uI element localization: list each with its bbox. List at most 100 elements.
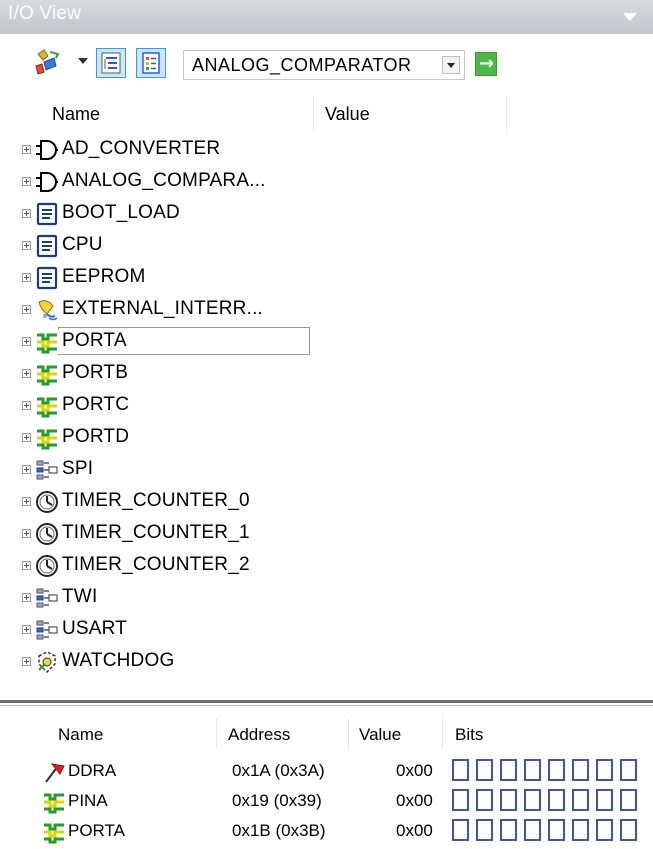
tree-item[interactable]: AD_CONVERTER xyxy=(0,135,320,167)
bit-checkbox[interactable] xyxy=(500,759,517,781)
direction-flag-icon xyxy=(42,760,66,784)
expand-plus-icon[interactable] xyxy=(22,593,31,602)
bit-checkbox[interactable] xyxy=(620,789,637,811)
tree-item[interactable]: ANALOG_COMPARA... xyxy=(0,167,320,199)
tree-item[interactable]: PORTC xyxy=(0,391,320,423)
bit-checkbox[interactable] xyxy=(452,789,469,811)
tree-item[interactable]: TIMER_COUNTER_2 xyxy=(0,551,320,583)
serial-icon xyxy=(35,586,59,610)
tree-item[interactable]: USART xyxy=(0,615,320,647)
expand-plus-icon[interactable] xyxy=(22,529,31,538)
reg-header-value[interactable]: Value xyxy=(359,725,401,745)
tree-item[interactable]: EXTERNAL_INTERR... xyxy=(0,295,320,327)
register-value[interactable]: 0x00 xyxy=(396,761,433,781)
expand-plus-icon[interactable] xyxy=(22,625,31,634)
reg-header-divider[interactable] xyxy=(216,718,217,748)
bit-checkbox[interactable] xyxy=(476,819,493,841)
tree-header-name[interactable]: Name xyxy=(52,104,100,125)
peripheral-select[interactable]: ANALOG_COMPARATOR xyxy=(183,50,465,80)
tree-header-value[interactable]: Value xyxy=(325,104,370,125)
bit-checkbox[interactable] xyxy=(524,819,541,841)
tree-item[interactable]: CPU xyxy=(0,231,320,263)
reg-header-bits[interactable]: Bits xyxy=(455,725,483,745)
tree-item-label: USART xyxy=(62,618,128,639)
port-icon xyxy=(42,790,66,814)
chevron-down-icon[interactable] xyxy=(442,56,460,74)
bit-checkbox[interactable] xyxy=(596,789,613,811)
tree-item-label: EXTERNAL_INTERR... xyxy=(62,298,264,319)
tree-item-label: SPI xyxy=(62,458,94,479)
register-row[interactable]: PORTA 0x1B (0x3B) 0x00 xyxy=(0,817,653,847)
tree-item[interactable]: PORTA xyxy=(0,327,320,359)
expand-plus-icon[interactable] xyxy=(22,561,31,570)
bit-checkbox[interactable] xyxy=(476,789,493,811)
bit-checkbox[interactable] xyxy=(572,759,589,781)
bit-checkbox[interactable] xyxy=(476,759,493,781)
bit-checkbox[interactable] xyxy=(620,819,637,841)
filter-icon[interactable] xyxy=(32,48,66,78)
filter-dropdown-caret-icon[interactable] xyxy=(78,58,88,64)
bit-checkbox[interactable] xyxy=(596,759,613,781)
panel-splitter[interactable] xyxy=(0,697,653,709)
tree-item-label: TIMER_COUNTER_1 xyxy=(62,522,250,543)
tree-view-icon[interactable] xyxy=(96,48,126,78)
expand-plus-icon[interactable] xyxy=(22,465,31,474)
register-row[interactable]: DDRA 0x1A (0x3A) 0x00 xyxy=(0,757,653,787)
expand-plus-icon[interactable] xyxy=(22,369,31,378)
list-view-icon[interactable] xyxy=(136,48,166,78)
tree-item[interactable]: PORTB xyxy=(0,359,320,391)
reg-header-address[interactable]: Address xyxy=(228,725,290,745)
bit-checkbox[interactable] xyxy=(500,789,517,811)
expand-plus-icon[interactable] xyxy=(22,337,31,346)
tree-item-label: EEPROM xyxy=(62,266,146,287)
tree-item[interactable]: TWI xyxy=(0,583,320,615)
tree-item[interactable]: WATCHDOG xyxy=(0,647,320,679)
expand-plus-icon[interactable] xyxy=(22,401,31,410)
expand-plus-icon[interactable] xyxy=(22,273,31,282)
tree-header-divider[interactable] xyxy=(506,96,507,130)
expand-plus-icon[interactable] xyxy=(22,497,31,506)
expand-plus-icon[interactable] xyxy=(22,145,31,154)
tree-item[interactable]: SPI xyxy=(0,455,320,487)
register-value[interactable]: 0x00 xyxy=(396,791,433,811)
expand-plus-icon[interactable] xyxy=(22,241,31,250)
go-arrow-icon[interactable]: → xyxy=(475,52,497,76)
expand-plus-icon[interactable] xyxy=(22,209,31,218)
expand-plus-icon[interactable] xyxy=(22,657,31,666)
bit-checkbox[interactable] xyxy=(524,759,541,781)
register-name: DDRA xyxy=(68,761,117,780)
document-icon xyxy=(35,202,59,226)
expand-plus-icon[interactable] xyxy=(22,305,31,314)
reg-header-divider[interactable] xyxy=(442,718,443,748)
panel-menu-dropdown-icon[interactable] xyxy=(623,13,637,21)
tree-item[interactable]: TIMER_COUNTER_1 xyxy=(0,519,320,551)
tree-item[interactable]: TIMER_COUNTER_0 xyxy=(0,487,320,519)
bit-checkbox[interactable] xyxy=(524,789,541,811)
tree-item[interactable]: BOOT_LOAD xyxy=(0,199,320,231)
register-value[interactable]: 0x00 xyxy=(396,821,433,841)
bit-checkbox[interactable] xyxy=(548,789,565,811)
bit-checkbox[interactable] xyxy=(596,819,613,841)
port-icon xyxy=(35,426,59,450)
reg-header-name[interactable]: Name xyxy=(58,725,103,745)
bit-checkbox[interactable] xyxy=(548,819,565,841)
expand-plus-icon[interactable] xyxy=(22,177,31,186)
tree-header-divider[interactable] xyxy=(313,96,314,130)
register-row[interactable]: PINA 0x19 (0x39) 0x00 xyxy=(0,787,653,817)
bit-checkbox[interactable] xyxy=(452,819,469,841)
port-icon xyxy=(35,394,59,418)
timer-icon xyxy=(35,554,59,578)
tree-item-label: TWI xyxy=(62,586,98,607)
bit-checkbox[interactable] xyxy=(452,759,469,781)
tree-item[interactable]: EEPROM xyxy=(0,263,320,295)
bit-checkbox[interactable] xyxy=(572,819,589,841)
expand-plus-icon[interactable] xyxy=(22,433,31,442)
bit-checkbox[interactable] xyxy=(572,789,589,811)
bit-checkbox[interactable] xyxy=(548,759,565,781)
tree-item[interactable]: PORTD xyxy=(0,423,320,455)
and-gate-icon xyxy=(35,170,59,194)
bit-checkbox[interactable] xyxy=(620,759,637,781)
register-address: 0x19 (0x39) xyxy=(232,791,322,810)
bit-checkbox[interactable] xyxy=(500,819,517,841)
reg-header-divider[interactable] xyxy=(348,718,349,748)
